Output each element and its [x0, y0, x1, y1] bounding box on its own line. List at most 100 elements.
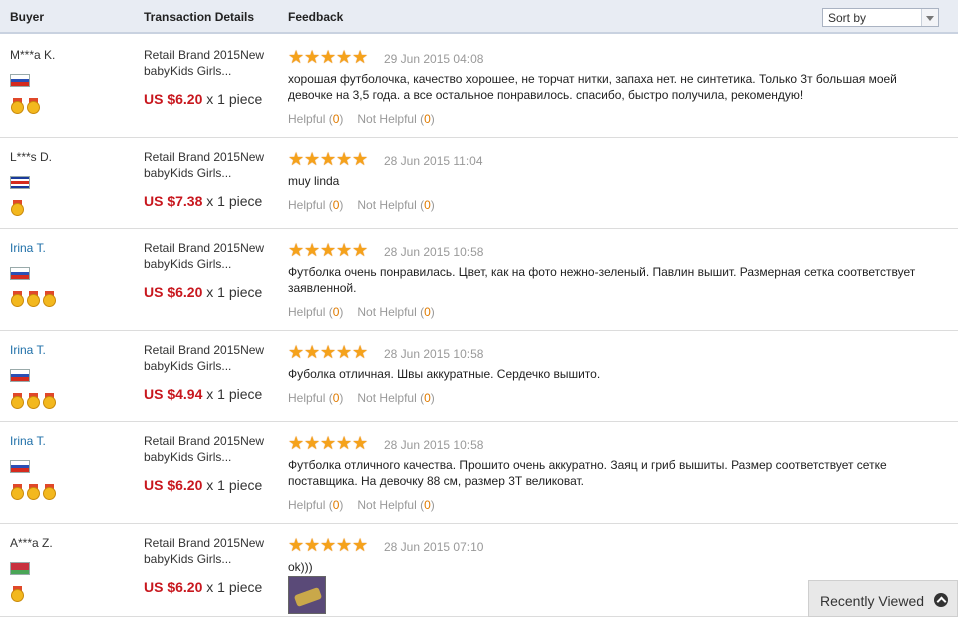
sort-by-select[interactable]: Sort by	[822, 8, 939, 27]
buyer-name: M***a K.	[10, 48, 56, 62]
product-title-link[interactable]: Retail Brand 2015New babyKids Girls...	[144, 535, 272, 567]
medal-icon	[43, 393, 56, 409]
quantity-value: x 1 piece	[206, 386, 263, 402]
product-title-link[interactable]: Retail Brand 2015New babyKids Girls...	[144, 47, 272, 79]
star-icon: ★	[320, 535, 337, 555]
order-price: US $6.20 x 1 piece	[144, 284, 262, 300]
review-date: 28 Jun 2015 07:10	[384, 540, 484, 554]
star-icon: ★	[288, 342, 305, 362]
quantity-value: x 1 piece	[206, 579, 263, 595]
medal-icon	[43, 484, 56, 500]
buyer-level-medals	[11, 484, 59, 500]
chevron-up-icon	[934, 593, 948, 607]
review-text: ok)))	[288, 560, 313, 574]
buyer-level-medals	[11, 291, 59, 307]
buyer-level-medals	[11, 200, 27, 216]
star-icon: ★	[352, 240, 369, 260]
quantity-value: x 1 piece	[206, 193, 263, 209]
rating-stars: ★★★★★	[288, 535, 369, 555]
star-icon: ★	[304, 433, 321, 453]
star-icon: ★	[288, 240, 305, 260]
buyer-name-link[interactable]: Irina T.	[10, 343, 46, 357]
star-icon: ★	[336, 240, 353, 260]
country-flag-icon	[10, 267, 30, 280]
order-price: US $6.20 x 1 piece	[144, 91, 262, 107]
not-helpful-link[interactable]: Not Helpful (0)	[357, 391, 434, 405]
star-icon: ★	[288, 535, 305, 555]
buyer-name: L***s D.	[10, 150, 53, 164]
chevron-down-icon[interactable]	[921, 9, 938, 26]
medal-icon	[11, 291, 24, 307]
not-helpful-link[interactable]: Not Helpful (0)	[357, 198, 434, 212]
rating-stars: ★★★★★	[288, 149, 368, 169]
transaction-column-header: Transaction Details	[144, 10, 255, 24]
review-date: 28 Jun 2015 10:58	[384, 245, 484, 259]
product-title-link[interactable]: Retail Brand 2015New babyKids Girls...	[144, 433, 272, 465]
star-icon: ★	[352, 535, 369, 555]
quantity-value: x 1 piece	[206, 284, 263, 300]
product-title-link[interactable]: Retail Brand 2015New babyKids Girls...	[144, 342, 272, 374]
star-icon: ★	[336, 149, 353, 169]
buyer-name-link[interactable]: Irina T.	[10, 434, 46, 448]
not-helpful-link[interactable]: Not Helpful (0)	[357, 305, 434, 319]
star-icon: ★	[288, 47, 305, 67]
product-title-link[interactable]: Retail Brand 2015New babyKids Girls...	[144, 240, 272, 272]
country-flag-icon	[10, 74, 30, 87]
medal-icon	[11, 200, 24, 216]
medal-icon	[11, 484, 24, 500]
review-row: Irina T. Retail Brand 2015New babyKids Gi…	[0, 229, 958, 331]
medal-icon	[27, 393, 40, 409]
helpful-link[interactable]: Helpful (0)	[288, 198, 343, 212]
helpful-votes: Helpful (0) Not Helpful (0)	[288, 498, 435, 512]
helpful-link[interactable]: Helpful (0)	[288, 391, 343, 405]
star-icon: ★	[304, 240, 321, 260]
star-icon: ★	[320, 433, 337, 453]
not-helpful-link[interactable]: Not Helpful (0)	[357, 498, 434, 512]
buyer-level-medals	[11, 393, 59, 409]
rating-stars: ★★★★★	[288, 342, 368, 362]
review-text: muy linda	[288, 174, 340, 188]
quantity-value: x 1 piece	[206, 477, 263, 493]
recently-viewed-button[interactable]: Recently Viewed	[808, 580, 958, 617]
product-title-link[interactable]: Retail Brand 2015New babyKids Girls...	[144, 149, 272, 181]
review-photo-thumbnail[interactable]	[288, 576, 326, 614]
star-icon: ★	[320, 47, 337, 67]
review-text: Футболка отличного качества. Прошито оче…	[288, 458, 887, 488]
feedback-table-header: Buyer Transaction Details Feedback Sort …	[0, 0, 958, 34]
medal-icon	[27, 98, 40, 114]
star-icon: ★	[336, 47, 353, 67]
star-icon: ★	[320, 240, 337, 260]
country-flag-icon	[10, 176, 30, 189]
helpful-votes: Helpful (0) Not Helpful (0)	[288, 305, 435, 319]
star-icon: ★	[352, 47, 369, 67]
review-text: Футболка очень понравилась. Цвет, как на…	[288, 265, 916, 295]
star-icon: ★	[288, 149, 305, 169]
review-date: 28 Jun 2015 10:58	[384, 438, 484, 452]
country-flag-icon	[10, 369, 30, 382]
buyer-level-medals	[11, 98, 43, 114]
star-icon: ★	[352, 433, 369, 453]
buyer-column-header: Buyer	[10, 10, 45, 24]
helpful-link[interactable]: Helpful (0)	[288, 112, 343, 126]
star-icon: ★	[304, 535, 321, 555]
helpful-votes: Helpful (0) Not Helpful (0)	[288, 198, 435, 212]
review-row: M***a K. Retail Brand 2015New babyKids Gi…	[0, 36, 958, 138]
star-icon: ★	[320, 149, 337, 169]
quantity-value: x 1 piece	[206, 91, 263, 107]
helpful-link[interactable]: Helpful (0)	[288, 498, 343, 512]
review-row: Irina T. Retail Brand 2015New babyKids Gi…	[0, 331, 958, 422]
star-icon: ★	[336, 535, 353, 555]
feedback-column-header: Feedback	[288, 10, 344, 24]
sort-by-label: Sort by	[828, 11, 867, 25]
medal-icon	[43, 291, 56, 307]
star-icon: ★	[304, 149, 321, 169]
order-price: US $6.20 x 1 piece	[144, 579, 262, 595]
price-value: US $7.38	[144, 193, 203, 209]
medal-icon	[11, 98, 24, 114]
star-icon: ★	[304, 47, 321, 67]
buyer-name-link[interactable]: Irina T.	[10, 241, 46, 255]
star-icon: ★	[304, 342, 321, 362]
helpful-link[interactable]: Helpful (0)	[288, 305, 343, 319]
not-helpful-link[interactable]: Not Helpful (0)	[357, 112, 434, 126]
buyer-level-medals	[11, 586, 27, 602]
